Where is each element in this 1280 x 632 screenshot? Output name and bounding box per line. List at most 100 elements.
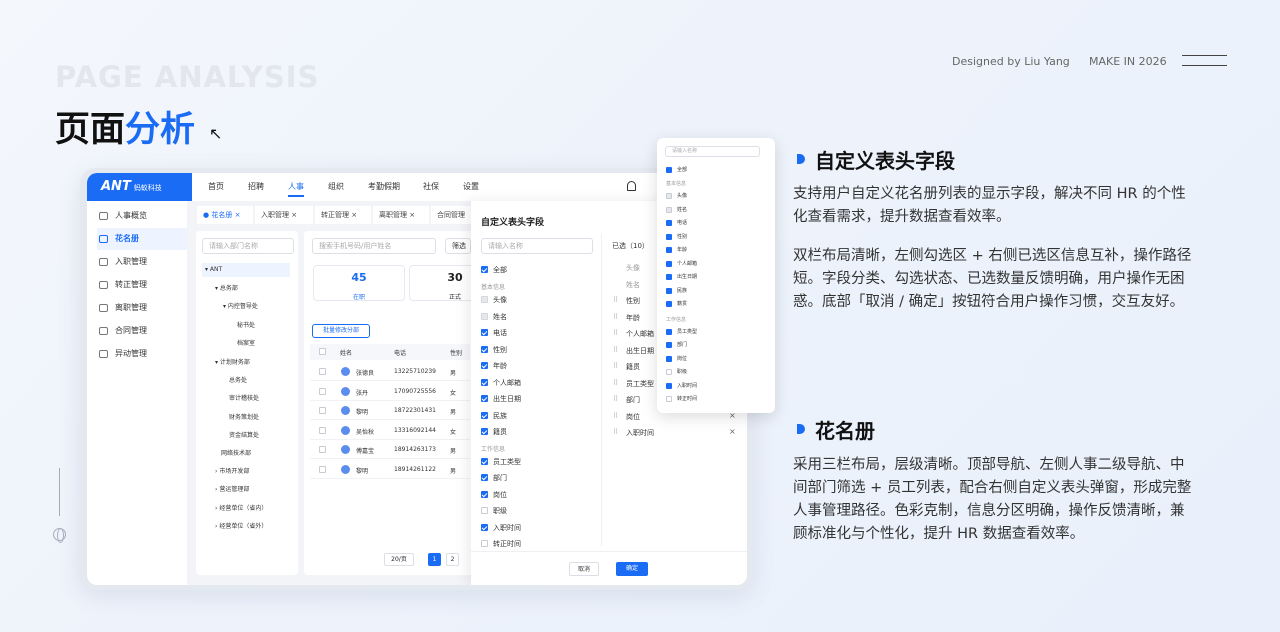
tree-node[interactable]: 秘书处 [237, 320, 255, 329]
page-number[interactable]: 2 [446, 553, 459, 566]
field-option[interactable]: 性别 [493, 345, 507, 355]
bell-icon[interactable] [627, 181, 636, 191]
popup-checkbox[interactable] [666, 287, 672, 294]
popup-checkbox[interactable] [666, 167, 672, 173]
menu-item-active[interactable]: 花名册 [97, 228, 187, 250]
row-checkbox[interactable] [319, 465, 326, 473]
menu-item[interactable]: 入职管理 [97, 251, 187, 273]
field-checkbox[interactable] [481, 296, 488, 303]
popup-checkbox[interactable] [666, 260, 672, 267]
row-checkbox[interactable] [319, 426, 326, 434]
popup-field[interactable]: 民族 [677, 287, 687, 294]
field-checkbox[interactable] [481, 312, 488, 320]
field-checkbox[interactable] [481, 362, 488, 369]
popup-field[interactable]: 性别 [677, 233, 687, 240]
field-option[interactable]: 入职时间 [493, 523, 521, 533]
field-option[interactable]: 年龄 [493, 361, 507, 371]
tab[interactable]: 合同管理 [431, 206, 475, 224]
tree-node[interactable]: 网络技术部 [221, 448, 251, 457]
field-option[interactable]: 姓名 [493, 312, 507, 322]
tree-node[interactable]: ▾ 计划财务部 [215, 357, 250, 366]
tree-node-root[interactable]: ▾ ANT [202, 263, 290, 277]
field-checkbox[interactable] [481, 395, 488, 402]
tree-node[interactable]: 审计稽核处 [229, 393, 259, 402]
page-size-select[interactable]: 20/页 [384, 553, 414, 566]
page-number-active[interactable]: 1 [428, 553, 441, 566]
field-checkbox[interactable] [481, 378, 488, 386]
popup-field[interactable]: 个人邮箱 [677, 260, 697, 267]
table-row[interactable]: 黎明 18722301431 男 [310, 401, 470, 420]
popup-checkbox[interactable] [666, 301, 672, 307]
row-checkbox[interactable] [319, 368, 326, 375]
field-checkbox[interactable] [481, 266, 488, 273]
popup-checkbox[interactable] [666, 342, 672, 348]
nav-item[interactable]: 设置 [463, 181, 479, 192]
popup-field[interactable]: 出生日期 [677, 273, 697, 280]
popup-checkbox[interactable] [666, 233, 672, 240]
drag-handle-icon[interactable]: ⠿ [613, 395, 618, 403]
drag-handle-icon[interactable]: ⠿ [613, 412, 618, 420]
popup-field[interactable]: 籍贯 [677, 300, 687, 307]
popup-field[interactable]: 头像 [677, 192, 687, 199]
tab[interactable]: 离职管理 × [373, 206, 429, 224]
nav-item[interactable]: 招聘 [248, 181, 264, 192]
tree-node[interactable]: ▾ 总务部 [215, 283, 238, 292]
nav-item[interactable]: 社保 [423, 181, 439, 192]
field-all[interactable]: 全部 [493, 265, 507, 275]
field-checkbox[interactable] [481, 507, 488, 514]
popup-field[interactable]: 电话 [677, 219, 687, 226]
popup-checkbox[interactable] [666, 274, 672, 280]
popup-checkbox[interactable] [666, 193, 672, 199]
tree-node[interactable]: › 市场开发部 [215, 466, 249, 475]
employee-search-input[interactable]: 搜索手机号码/用户姓名 [312, 238, 436, 254]
popup-checkbox[interactable] [666, 247, 672, 253]
tree-node[interactable]: 档案室 [237, 338, 255, 347]
tree-node[interactable]: 资金结算处 [229, 430, 259, 439]
table-row[interactable]: 傅嘉宝 18914263173 男 [310, 440, 470, 459]
popup-field[interactable]: 转正时间 [677, 395, 697, 402]
tree-node[interactable]: › 营运管理部 [215, 484, 249, 493]
popup-checkbox[interactable] [666, 328, 672, 335]
field-option[interactable]: 头像 [493, 295, 507, 305]
field-option[interactable]: 个人邮箱 [493, 378, 521, 388]
popup-field-all[interactable]: 全部 [677, 166, 687, 173]
menu-item[interactable]: 转正管理 [97, 274, 187, 296]
popup-field[interactable]: 职级 [677, 368, 687, 375]
popup-field[interactable]: 姓名 [677, 206, 687, 213]
dept-search-input[interactable]: 请输入部门名称 [202, 238, 294, 254]
menu-item[interactable]: 人事概览 [97, 205, 187, 227]
popup-checkbox[interactable] [666, 355, 672, 362]
tree-node[interactable]: ▾ 内控督导处 [223, 301, 258, 310]
field-option[interactable]: 电话 [493, 328, 507, 338]
tab-roster[interactable]: ● 花名册 × [197, 206, 253, 224]
field-option[interactable]: 民族 [493, 411, 507, 421]
drag-handle-icon[interactable]: ⠿ [613, 379, 618, 387]
table-row[interactable]: 黎明 18914261122 男 [310, 460, 470, 479]
drag-handle-icon[interactable]: ⠿ [613, 329, 618, 337]
field-option[interactable]: 出生日期 [493, 394, 521, 404]
drag-handle-icon[interactable]: ⠿ [613, 346, 618, 354]
cancel-button[interactable]: 取消 [569, 562, 599, 576]
popup-checkbox[interactable] [666, 382, 672, 389]
tree-node[interactable]: › 经营单位（省外） [215, 521, 267, 530]
popup-checkbox[interactable] [666, 220, 672, 226]
field-checkbox[interactable] [481, 411, 488, 419]
stat-card[interactable]: 45 在职 [313, 265, 405, 301]
field-checkbox[interactable] [481, 523, 488, 531]
field-checkbox[interactable] [481, 490, 488, 498]
nav-item[interactable]: 首页 [208, 181, 224, 192]
menu-item[interactable]: 合同管理 [97, 320, 187, 342]
popup-field[interactable]: 部门 [677, 341, 687, 348]
nav-item[interactable]: 组织 [328, 181, 344, 192]
tab[interactable]: 转正管理 × [315, 206, 371, 224]
field-checkbox[interactable] [481, 329, 488, 336]
drag-handle-icon[interactable]: ⠿ [613, 362, 618, 370]
nav-item-active[interactable]: 人事 [288, 181, 304, 197]
popup-field[interactable]: 员工类型 [677, 328, 697, 335]
table-row[interactable]: 张丹 17090725556 女 [310, 382, 470, 401]
app-logo[interactable]: ANT 蚂蚁科技 [87, 173, 192, 201]
popup-field[interactable]: 岗位 [677, 355, 687, 362]
field-option[interactable]: 籍贯 [493, 427, 507, 437]
drag-handle-icon[interactable]: ⠿ [613, 313, 618, 321]
field-checkbox[interactable] [481, 474, 488, 481]
